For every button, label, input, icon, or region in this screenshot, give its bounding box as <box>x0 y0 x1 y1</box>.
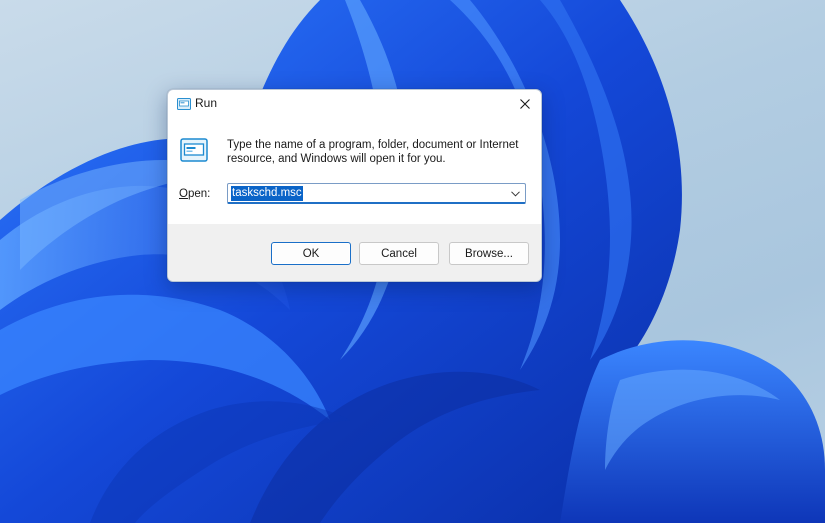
run-icon <box>177 97 191 110</box>
dialog-content: Type the name of a program, folder, docu… <box>168 118 541 224</box>
open-combobox[interactable]: taskschd.msc <box>227 183 526 204</box>
dialog-description: Type the name of a program, folder, docu… <box>227 139 519 165</box>
open-input[interactable]: taskschd.msc <box>231 186 303 201</box>
title-bar[interactable]: Run <box>168 90 541 118</box>
open-label-accelerator: O <box>179 188 188 200</box>
dropdown-button[interactable] <box>509 187 522 200</box>
run-dialog: Run Type the name of a program, folder, … <box>167 89 542 282</box>
dialog-title: Run <box>195 96 218 110</box>
open-label-text: pen: <box>187 188 211 200</box>
close-icon <box>520 99 530 109</box>
open-label: Open: <box>179 188 210 200</box>
close-button[interactable] <box>509 90 541 118</box>
cancel-button[interactable]: Cancel <box>359 242 439 265</box>
chevron-down-icon <box>511 190 520 197</box>
button-bar: OK Cancel Browse... <box>168 224 541 281</box>
browse-button[interactable]: Browse... <box>449 242 529 265</box>
run-program-icon <box>180 138 208 162</box>
ok-button[interactable]: OK <box>271 242 351 265</box>
